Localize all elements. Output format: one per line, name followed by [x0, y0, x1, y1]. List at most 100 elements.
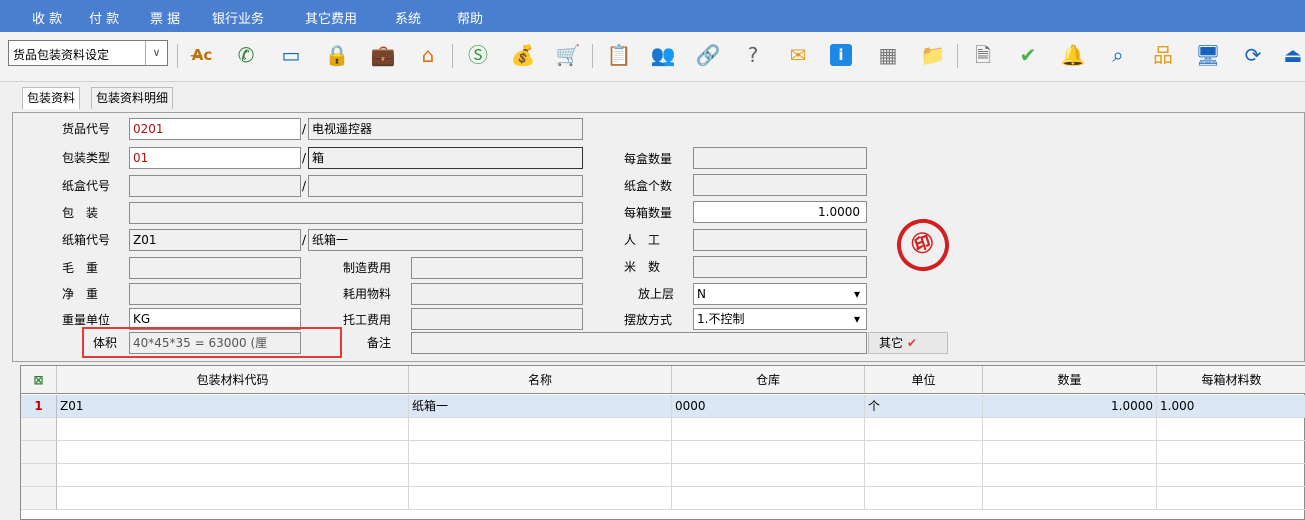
menu-receive[interactable]: 收 款 — [32, 8, 62, 27]
col-header-name[interactable]: 名称 — [409, 366, 672, 394]
table-cell[interactable] — [865, 487, 983, 510]
table-cell[interactable] — [409, 487, 672, 510]
calculator-icon[interactable]: ▦ — [875, 42, 901, 68]
module-select[interactable]: 货品包装资料设定 ∨ — [8, 40, 168, 66]
tab-packaging-detail[interactable]: 包装资料明细 — [91, 87, 174, 109]
exit-icon[interactable]: ⏏ — [1282, 42, 1304, 68]
table-cell[interactable] — [1157, 464, 1305, 487]
table-cell[interactable] — [672, 487, 865, 510]
cart-icon[interactable]: 🛒 — [555, 42, 581, 68]
box-code-field[interactable]: Z01 — [129, 229, 301, 251]
menu-bills[interactable]: 票 据 — [150, 8, 180, 27]
table-cell[interactable] — [1157, 441, 1305, 464]
row-number[interactable] — [21, 418, 57, 441]
mfg-cost-field[interactable] — [411, 257, 583, 279]
check-circle-icon[interactable]: ✔ — [1015, 42, 1041, 68]
tab-packaging-info[interactable]: 包装资料 — [22, 87, 81, 109]
item-code-field[interactable]: 0201 — [129, 118, 301, 140]
separator-slash: / — [302, 122, 307, 136]
col-header-warehouse[interactable]: 仓库 — [672, 366, 865, 394]
col-header-qty[interactable]: 数量 — [983, 366, 1157, 394]
home-icon[interactable]: ⌂ — [415, 42, 441, 68]
col-header-unit[interactable]: 单位 — [865, 366, 983, 394]
qty-per-case-field[interactable]: 1.0000 — [693, 201, 867, 223]
clipboard-icon[interactable]: 📋 — [606, 42, 632, 68]
refresh-icon[interactable]: ⟳ — [1240, 42, 1266, 68]
org-chart-icon[interactable]: 品 — [1150, 42, 1176, 68]
link-icon[interactable]: 🔗 — [695, 42, 721, 68]
table-cell-warehouse[interactable]: 0000 — [672, 395, 865, 418]
spellcheck-icon[interactable]: A̶c — [189, 42, 215, 68]
table-cell[interactable] — [57, 441, 409, 464]
menu-pay[interactable]: 付 款 — [89, 8, 119, 27]
briefcase-icon[interactable]: 💼 — [370, 42, 396, 68]
info-icon[interactable]: i — [830, 44, 852, 66]
table-cell[interactable] — [57, 418, 409, 441]
row-number[interactable] — [21, 464, 57, 487]
money-bag-icon[interactable]: 💰 — [510, 42, 536, 68]
table-cell-name[interactable]: 纸箱一 — [409, 395, 672, 418]
remark-field[interactable] — [411, 332, 867, 354]
document-icon[interactable]: 🗎 — [970, 42, 996, 68]
row-number[interactable] — [21, 487, 57, 510]
help-doc-icon[interactable]: ? — [740, 42, 766, 68]
table-cell[interactable] — [672, 464, 865, 487]
screen-icon[interactable]: 🖥 — [1195, 42, 1221, 68]
table-cell-code[interactable]: Z01 — [57, 395, 409, 418]
bell-icon[interactable]: 🔔 — [1060, 42, 1086, 68]
meters-field[interactable] — [693, 256, 867, 278]
lock-icon[interactable]: 🔒 — [324, 42, 350, 68]
menu-bank[interactable]: 银行业务 — [212, 8, 264, 27]
row-number[interactable]: 1 — [21, 395, 57, 418]
menu-other-fees[interactable]: 其它费用 — [305, 8, 357, 27]
table-cell[interactable] — [865, 418, 983, 441]
net-weight-field[interactable] — [129, 283, 301, 305]
table-cell[interactable] — [1157, 418, 1305, 441]
pack-type-field[interactable]: 01 — [129, 147, 301, 169]
consign-cost-field[interactable] — [411, 308, 583, 330]
table-cell[interactable] — [983, 418, 1157, 441]
table-cell[interactable] — [672, 418, 865, 441]
labor-field[interactable] — [693, 229, 867, 251]
dollar-icon[interactable]: Ⓢ — [465, 42, 491, 68]
folder-icon[interactable]: 📁 — [920, 42, 946, 68]
col-header-per-box[interactable]: 每箱材料数 — [1157, 366, 1305, 394]
chevron-down-icon[interactable]: ∨ — [145, 41, 167, 65]
users-icon[interactable]: 👥 — [650, 42, 676, 68]
table-cell[interactable] — [983, 441, 1157, 464]
qty-per-box-field[interactable] — [693, 147, 867, 169]
monitor-icon[interactable]: ▭ — [278, 42, 304, 68]
package-field[interactable] — [129, 202, 583, 224]
gross-weight-field[interactable] — [129, 257, 301, 279]
col-header-material-code[interactable]: 包装材料代码 — [57, 366, 409, 394]
menu-system[interactable]: 系统 — [395, 8, 421, 27]
phone-icon[interactable]: ✆ — [233, 42, 259, 68]
mail-icon[interactable]: ✉ — [785, 42, 811, 68]
grid-corner[interactable]: ⊠ — [21, 366, 57, 394]
table-cell[interactable] — [865, 441, 983, 464]
top-layer-select[interactable]: N — [693, 283, 867, 305]
consumables-field[interactable] — [411, 283, 583, 305]
table-cell-unit[interactable]: 个 — [865, 395, 983, 418]
menu-help[interactable]: 帮助 — [457, 8, 483, 27]
table-cell[interactable] — [409, 441, 672, 464]
table-cell[interactable] — [983, 487, 1157, 510]
table-cell[interactable] — [672, 441, 865, 464]
other-button[interactable]: 其它 ✔ — [868, 332, 948, 354]
search-icon[interactable]: ⌕ — [1105, 42, 1131, 68]
table-cell[interactable] — [983, 464, 1157, 487]
table-cell[interactable] — [865, 464, 983, 487]
table-cell[interactable] — [1157, 487, 1305, 510]
table-cell-qty[interactable]: 1.0000 — [983, 395, 1157, 418]
table-cell[interactable] — [57, 464, 409, 487]
row-number[interactable] — [21, 441, 57, 464]
carton-count-field[interactable] — [693, 174, 867, 196]
table-cell[interactable] — [57, 487, 409, 510]
table-cell-per-box[interactable]: 1.000 — [1157, 395, 1305, 418]
carton-code-field[interactable] — [129, 175, 301, 197]
volume-field[interactable]: 40*45*35 = 63000 (厘 — [129, 332, 301, 354]
table-cell[interactable] — [409, 464, 672, 487]
table-cell[interactable] — [409, 418, 672, 441]
placement-select[interactable]: 1.不控制 — [693, 308, 867, 330]
qty-per-box-label: 每盒数量 — [624, 152, 673, 166]
